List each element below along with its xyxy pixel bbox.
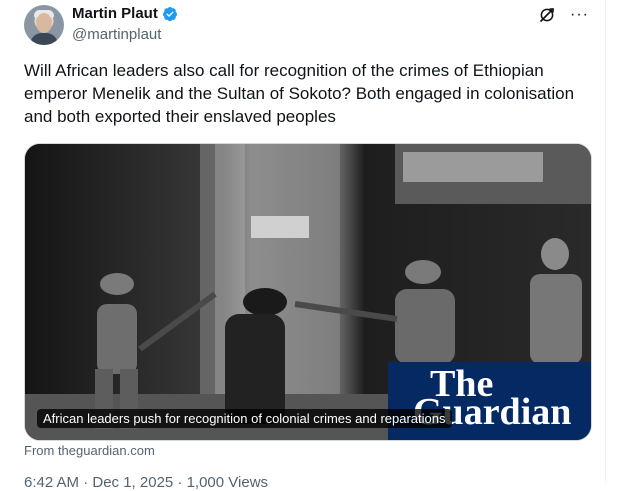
verified-badge-icon [162,6,177,21]
author-name[interactable]: Martin Plaut [72,5,158,22]
card-caption: African leaders push for recognition of … [37,409,452,428]
tweet-top-actions: ··· [538,6,589,24]
avatar-face [36,13,52,33]
link-card[interactable]: The Guardian African leaders push for re… [24,143,592,441]
tweet-timestamp[interactable]: 6:42 AM · Dec 1, 2025 · 1,000 Views [24,474,268,491]
author-handle[interactable]: @martinplaut [72,26,161,43]
card-source[interactable]: From theguardian.com [24,443,155,458]
author-name-row: Martin Plaut [72,5,178,22]
tweet-article[interactable]: Martin Plaut @martinplaut ··· Will Afric… [8,0,606,491]
more-icon[interactable]: ··· [570,6,589,24]
grok-icon[interactable] [538,6,556,24]
avatar[interactable] [24,5,64,45]
guardian-logo: The Guardian [388,362,591,440]
avatar-shirt [30,33,58,45]
tweet-text: Will African leaders also call for recog… [24,61,575,126]
